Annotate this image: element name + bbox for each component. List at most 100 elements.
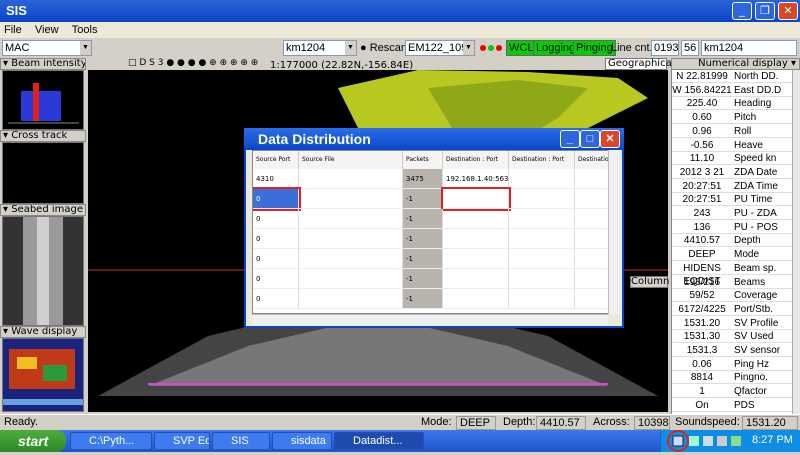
survey-select[interactable]: km1204 ▼ bbox=[283, 40, 357, 56]
table-cell[interactable] bbox=[443, 229, 509, 249]
menu-view[interactable]: View bbox=[35, 22, 59, 38]
close-button[interactable]: ✕ bbox=[778, 2, 798, 20]
seabed-image-header[interactable]: ▾ Seabed image bbox=[0, 204, 86, 216]
status-green-icon bbox=[488, 45, 494, 51]
table-cell[interactable] bbox=[575, 189, 611, 209]
numerical-label: SV sensor bbox=[734, 345, 781, 356]
task-sis[interactable]: SIS bbox=[212, 432, 270, 450]
table-cell[interactable] bbox=[299, 289, 403, 309]
dialog-minimize-button[interactable]: _ bbox=[560, 130, 580, 148]
task-datadist[interactable]: Datadist... bbox=[334, 432, 424, 450]
table-cell[interactable]: 0 bbox=[253, 209, 299, 229]
table-cell[interactable]: 0 bbox=[253, 229, 299, 249]
table-cell[interactable] bbox=[299, 189, 403, 209]
numerical-label: PU - POS bbox=[734, 221, 778, 233]
beam-intensity-header[interactable]: ▾ Beam intensity bbox=[0, 58, 86, 70]
table-cell[interactable] bbox=[509, 169, 575, 189]
column-header[interactable]: Source Port bbox=[253, 151, 299, 169]
minimize-button[interactable]: _ bbox=[732, 2, 752, 20]
numerical-value: 243 bbox=[693, 208, 711, 219]
table-cell[interactable] bbox=[575, 289, 611, 309]
table-cell[interactable] bbox=[443, 269, 509, 289]
table-cell[interactable]: 192.168.1.40:5634 bbox=[443, 169, 509, 189]
table-cell[interactable]: 3475 bbox=[403, 169, 443, 189]
wave-display-header[interactable]: ▾ Wave display bbox=[0, 326, 86, 338]
numerical-value: 2012 3 21 bbox=[679, 166, 725, 178]
table-cell[interactable] bbox=[299, 169, 403, 189]
restore-button[interactable]: ❐ bbox=[755, 2, 775, 20]
table-cell[interactable]: -1 bbox=[403, 289, 443, 309]
table-cell[interactable] bbox=[299, 269, 403, 289]
table-cell[interactable] bbox=[575, 229, 611, 249]
menu-file[interactable]: File bbox=[4, 22, 22, 38]
table-cell[interactable] bbox=[299, 249, 403, 269]
table-cell[interactable]: -1 bbox=[403, 249, 443, 269]
dialog-close-button[interactable]: ✕ bbox=[600, 130, 620, 148]
dialog-vertical-scrollbar[interactable] bbox=[608, 150, 620, 314]
dialog-maximize-button[interactable]: □ bbox=[580, 130, 600, 148]
table-cell[interactable]: -1 bbox=[403, 229, 443, 249]
task-sisdata[interactable]: sisdata bbox=[272, 432, 332, 450]
table-cell[interactable] bbox=[575, 249, 611, 269]
table-cell[interactable]: -1 bbox=[403, 269, 443, 289]
dialog-horizontal-scrollbar[interactable] bbox=[252, 314, 608, 326]
table-cell[interactable] bbox=[509, 269, 575, 289]
numerical-value: DEEP bbox=[688, 249, 716, 261]
echo-select[interactable]: EM122_109 ▼ bbox=[405, 40, 475, 56]
logging-button[interactable]: Logging bbox=[533, 40, 579, 56]
cross-track-header[interactable]: ▾ Cross track bbox=[0, 130, 86, 142]
table-cell[interactable]: -1 bbox=[403, 209, 443, 229]
column-header[interactable]: Destination : Port bbox=[509, 151, 575, 169]
dialog-title-bar: Data Distribution _ □ ✕ bbox=[244, 128, 624, 150]
numerical-label: Depth bbox=[734, 235, 761, 247]
mac-select[interactable]: MAC ▼ bbox=[2, 40, 92, 56]
table-cell[interactable] bbox=[575, 169, 611, 189]
chevron-down-icon: ▼ bbox=[80, 41, 91, 55]
table-cell[interactable]: 0 bbox=[253, 187, 301, 211]
column-select[interactable]: Column ▾ bbox=[630, 276, 669, 297]
numerical-scrollbar[interactable] bbox=[792, 70, 800, 414]
table-cell[interactable] bbox=[299, 209, 403, 229]
column-header[interactable]: Packets bbox=[403, 151, 443, 169]
table-cell[interactable]: 4310 bbox=[253, 169, 299, 189]
table-cell[interactable] bbox=[299, 229, 403, 249]
numerical-value: -0.56 bbox=[690, 139, 714, 151]
column-header[interactable]: Destination : Port bbox=[443, 151, 509, 169]
numerical-display-header[interactable]: Numerical display ▾ bbox=[671, 58, 800, 70]
table-cell[interactable] bbox=[575, 209, 611, 229]
table-cell[interactable]: -1 bbox=[403, 189, 443, 209]
numerical-title: Numerical display bbox=[698, 58, 788, 69]
column-header[interactable]: Destination : Port bbox=[575, 151, 611, 169]
table-cell[interactable] bbox=[509, 189, 575, 209]
line-name-field[interactable]: km1204 bbox=[701, 40, 797, 56]
wcl-button[interactable]: WCL bbox=[506, 40, 537, 56]
table-cell[interactable] bbox=[509, 209, 575, 229]
table-cell[interactable] bbox=[575, 269, 611, 289]
table-cell[interactable] bbox=[441, 187, 511, 211]
geo-mode-select[interactable]: Geographical ▾ bbox=[605, 58, 674, 79]
table-cell[interactable]: 0 bbox=[253, 249, 299, 269]
start-button[interactable]: start bbox=[0, 430, 66, 452]
table-cell[interactable] bbox=[443, 249, 509, 269]
table-cell[interactable] bbox=[509, 289, 575, 309]
table-cell[interactable]: 0 bbox=[253, 289, 299, 309]
menu-tools[interactable]: Tools bbox=[72, 22, 98, 38]
task-svp-editor[interactable]: SVP Edit... bbox=[154, 432, 210, 450]
pinging-button[interactable]: Pinging bbox=[573, 40, 616, 56]
table-cell[interactable] bbox=[509, 229, 575, 249]
seabed-image-plot bbox=[2, 216, 84, 326]
task-python[interactable]: C:\Pyth... bbox=[70, 432, 152, 450]
numerical-row: 1531.20 SV Profile bbox=[672, 317, 792, 330]
table-cell[interactable] bbox=[443, 209, 509, 229]
column-header[interactable]: Source File bbox=[299, 151, 403, 169]
numerical-value: 0.06 bbox=[692, 358, 712, 370]
table-cell[interactable]: 0 bbox=[253, 269, 299, 289]
rescan-button[interactable]: ● Rescan bbox=[360, 40, 407, 56]
toolbar-icons[interactable]: □ D S 3 ● ● ● ● ⊕ ⊕ ⊕ ⊕ ⊕ bbox=[128, 58, 258, 68]
table-cell[interactable] bbox=[443, 289, 509, 309]
line-num-field[interactable]: 56 bbox=[681, 40, 699, 56]
numerical-label: Mode bbox=[734, 249, 760, 261]
line-cnt-field[interactable]: 0193 bbox=[651, 40, 679, 56]
numerical-label: PDS bbox=[734, 399, 755, 411]
table-cell[interactable] bbox=[509, 249, 575, 269]
